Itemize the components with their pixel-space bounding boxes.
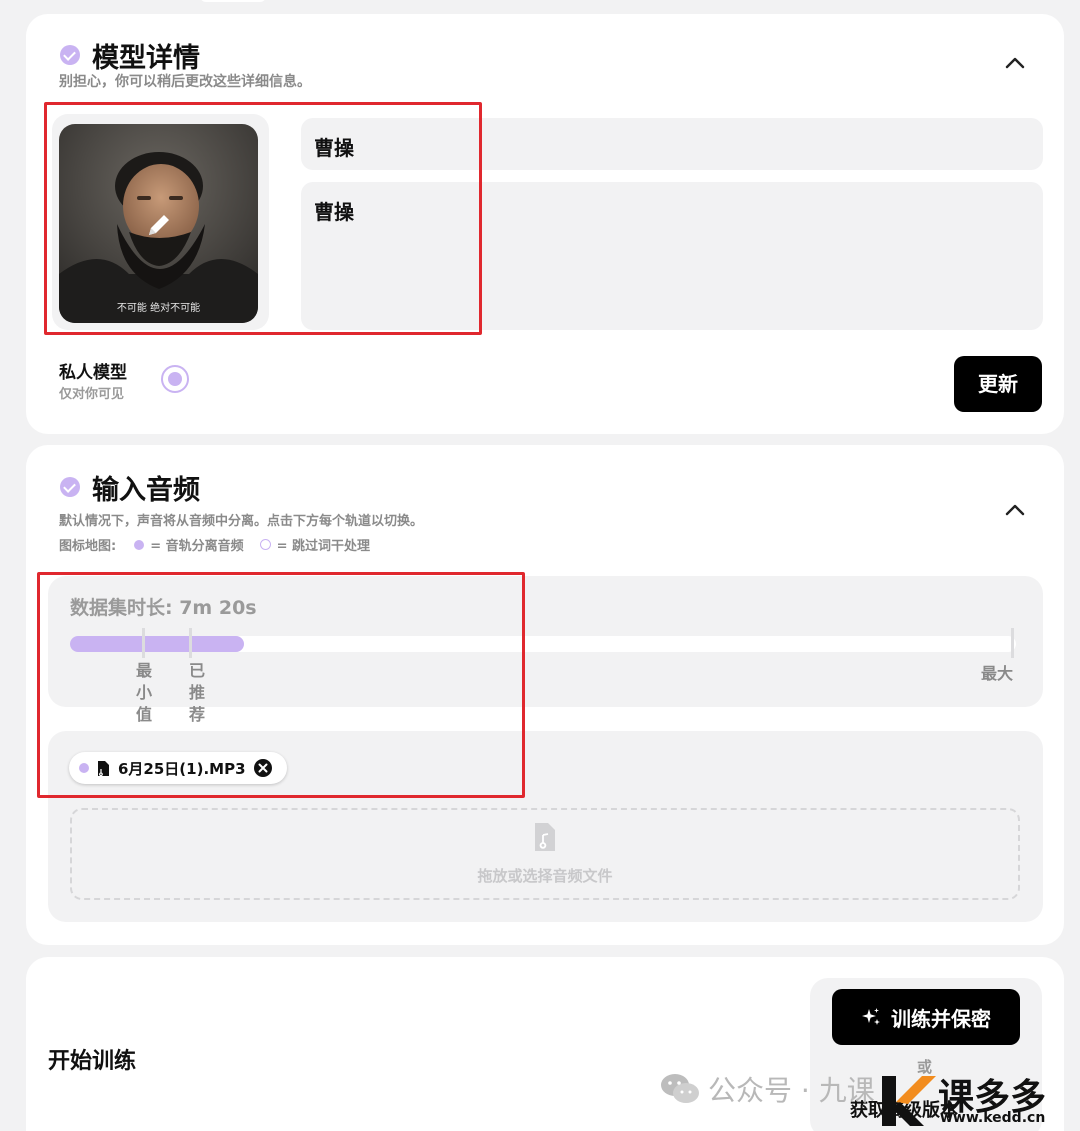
chevron-up-icon[interactable] [1002, 52, 1028, 74]
dropzone-text: 拖放或选择音频文件 [477, 867, 613, 885]
legend-prefix: 图标地图: [59, 539, 117, 554]
highlight-box-audio [37, 572, 525, 798]
wechat-icon [661, 1074, 699, 1103]
watermark-text: 公众号 · 九课 [708, 1074, 875, 1107]
highlight-box-model [44, 102, 482, 335]
kedd-logo-icon [882, 1076, 936, 1126]
train-private-button[interactable]: 训练并保密 [832, 989, 1020, 1045]
input-audio-subtitle: 默认情况下，声音将从音频中分离。点击下方每个轨道以切换。 [59, 514, 424, 529]
update-button[interactable]: 更新 [954, 356, 1042, 412]
audio-file-icon [535, 823, 555, 851]
start-training-title: 开始训练 [48, 1049, 137, 1074]
train-private-label: 训练并保密 [891, 1006, 991, 1031]
private-model-radio[interactable] [161, 365, 189, 393]
model-details-subtitle: 别担心，你可以稍后更改这些详细信息。 [59, 74, 311, 90]
icon-legend: 图标地图: = 音轨分离音频 = 跳过词干处理 [59, 535, 370, 554]
model-details-title: 模型详情 [92, 43, 200, 74]
max-tick [1011, 628, 1014, 658]
check-icon [60, 477, 80, 497]
top-card-stub [200, 0, 266, 2]
input-audio-title: 输入音频 [92, 475, 200, 506]
chevron-up-icon[interactable] [1002, 499, 1028, 521]
audio-dropzone[interactable] [70, 808, 1020, 900]
logo-url: www.kedd.cn [940, 1110, 1046, 1126]
private-model-label: 私人模型 [59, 363, 127, 383]
private-model-sublabel: 仅对你可见 [59, 387, 125, 402]
legend-empty: = 跳过词干处理 [276, 539, 371, 554]
sparkle-icon [862, 1008, 880, 1025]
empty-dot-icon [259, 539, 271, 550]
legend-filled: = 音轨分离音频 [150, 539, 244, 554]
max-label: 最大 [981, 664, 1014, 683]
filled-dot-icon [134, 539, 145, 550]
check-icon [60, 45, 80, 65]
wechat-watermark: 公众号 · 九课 [660, 1069, 875, 1109]
